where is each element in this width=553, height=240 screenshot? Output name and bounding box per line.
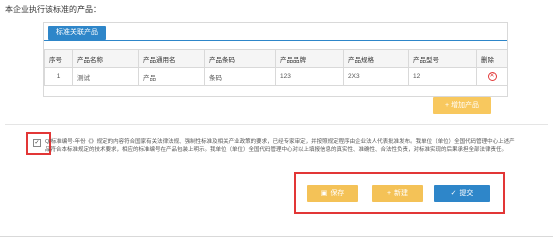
col-header-model: 产品型号 [408,49,477,68]
divider [5,124,548,125]
cell-product-name: 测试 [72,67,139,86]
table-header-row: 序号 产品名称 产品通用名 产品条码 产品品牌 产品规格 产品型号 删除 [44,49,508,68]
col-header-delete: 删除 [476,49,508,68]
col-header-product-name: 产品名称 [72,49,139,68]
cell-index: 1 [44,67,73,86]
new-button[interactable]: + 新建 [372,185,423,202]
cell-brand: 123 [275,67,344,86]
submit-button[interactable]: ✓ 提交 [434,185,490,202]
submit-label: 提交 [459,190,474,197]
cell-spec: 2X3 [343,67,409,86]
related-products-panel: 标准关联产品 序号 产品名称 产品通用名 产品条码 产品品牌 产品规格 产品型号… [43,22,508,97]
tab-related-products[interactable]: 标准关联产品 [48,26,106,40]
add-product-button[interactable]: + 增加产品 [433,97,491,114]
cell-delete: ✕ [476,67,508,86]
cell-barcode: 条码 [204,67,276,86]
section-title: 本企业执行该标准的产品： [5,5,101,14]
col-header-index: 序号 [44,49,73,68]
bottom-divider [0,236,553,237]
check-icon: ✓ [450,190,457,197]
col-header-common-name: 产品通用名 [138,49,205,68]
col-header-brand: 产品品牌 [275,49,344,68]
tab-underline [44,40,507,41]
products-table: 序号 产品名称 产品通用名 产品条码 产品品牌 产品规格 产品型号 删除 1 测… [44,49,508,86]
save-label: 保存 [330,190,345,197]
save-icon: ▣ [320,190,328,197]
save-button[interactable]: ▣ 保存 [307,185,358,202]
table-row: 1 测试 产品 条码 123 2X3 12 ✕ [44,67,508,86]
delete-circle-icon[interactable]: ✕ [487,72,497,81]
agreement-statement: Q/标准编号-年份《》规定的内容符合国家有关法律法规、强制性标准及相关产业政策的… [45,139,515,153]
agreement-checkbox[interactable]: ✓ [33,139,41,147]
col-header-barcode: 产品条码 [204,49,276,68]
col-header-spec: 产品规格 [343,49,409,68]
add-product-label: 增加产品 [451,102,480,109]
cell-model: 12 [408,67,477,86]
cell-common-name: 产品 [138,67,205,86]
new-label: 新建 [394,190,409,197]
plus-icon: + [386,190,392,197]
